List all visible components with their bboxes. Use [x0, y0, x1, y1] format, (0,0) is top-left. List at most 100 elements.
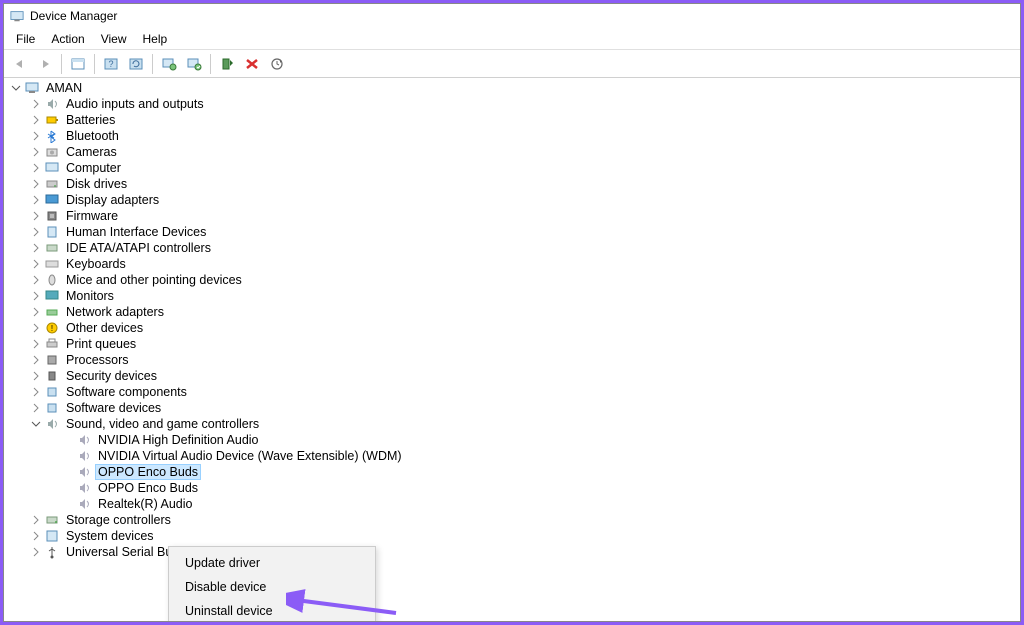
- refresh-icon[interactable]: [124, 53, 148, 75]
- menu-file[interactable]: File: [8, 30, 43, 48]
- expand-icon[interactable]: [30, 322, 42, 334]
- expand-icon[interactable]: [30, 226, 42, 238]
- tree-node-label: OPPO Enco Buds: [96, 481, 200, 495]
- menu-help[interactable]: Help: [135, 30, 176, 48]
- expand-icon[interactable]: [30, 338, 42, 350]
- collapse-icon[interactable]: [30, 418, 42, 430]
- expand-icon[interactable]: [30, 290, 42, 302]
- menu-action[interactable]: Action: [43, 30, 92, 48]
- expand-icon[interactable]: [30, 114, 42, 126]
- storage-icon: [44, 512, 60, 528]
- expand-icon[interactable]: [30, 242, 42, 254]
- disk-icon: [44, 176, 60, 192]
- update-driver-icon[interactable]: [157, 53, 181, 75]
- tree-node[interactable]: OPPO Enco Buds: [4, 480, 1020, 496]
- forward-icon[interactable]: [33, 53, 57, 75]
- help-icon[interactable]: ?: [99, 53, 123, 75]
- tree-node[interactable]: Print queues: [4, 336, 1020, 352]
- tree-node[interactable]: Universal Serial Bus: [4, 544, 1020, 560]
- expand-icon[interactable]: [30, 162, 42, 174]
- context-menu-item[interactable]: Disable device: [169, 575, 375, 599]
- context-menu-item[interactable]: Update driver: [169, 551, 375, 575]
- context-menu-item[interactable]: Uninstall device: [169, 599, 375, 621]
- uninstall-icon[interactable]: [240, 53, 264, 75]
- keyboard-icon: [44, 256, 60, 272]
- tree-node[interactable]: Sound, video and game controllers: [4, 416, 1020, 432]
- tree-node-label: IDE ATA/ATAPI controllers: [64, 241, 213, 255]
- bluetooth-icon: [44, 128, 60, 144]
- tree-node[interactable]: Processors: [4, 352, 1020, 368]
- back-icon[interactable]: [8, 53, 32, 75]
- mouse-icon: [44, 272, 60, 288]
- tree-node[interactable]: !Other devices: [4, 320, 1020, 336]
- audio-dev-icon: [76, 448, 92, 464]
- tree-node[interactable]: Software devices: [4, 400, 1020, 416]
- tree-node[interactable]: Keyboards: [4, 256, 1020, 272]
- tree-node[interactable]: AMAN: [4, 80, 1020, 96]
- tree-node[interactable]: Audio inputs and outputs: [4, 96, 1020, 112]
- tree-node-label: Universal Serial Bus: [64, 545, 181, 559]
- display-icon: [44, 192, 60, 208]
- tree-node[interactable]: NVIDIA Virtual Audio Device (Wave Extens…: [4, 448, 1020, 464]
- tree-node[interactable]: Disk drives: [4, 176, 1020, 192]
- tree-node[interactable]: Software components: [4, 384, 1020, 400]
- show-hidden-icon[interactable]: [66, 53, 90, 75]
- expand-icon[interactable]: [30, 530, 42, 542]
- tree-node-label: Software devices: [64, 401, 163, 415]
- collapse-icon: [10, 82, 22, 94]
- tree-node[interactable]: Display adapters: [4, 192, 1020, 208]
- expand-icon[interactable]: [30, 370, 42, 382]
- properties-icon[interactable]: [265, 53, 289, 75]
- tree-node[interactable]: Storage controllers: [4, 512, 1020, 528]
- tree-node[interactable]: OPPO Enco Buds: [4, 464, 1020, 480]
- expand-icon[interactable]: [30, 514, 42, 526]
- expand-icon[interactable]: [30, 306, 42, 318]
- tree-node[interactable]: Realtek(R) Audio: [4, 496, 1020, 512]
- expand-icon[interactable]: [30, 274, 42, 286]
- tree-node[interactable]: Firmware: [4, 208, 1020, 224]
- tree-node-label: NVIDIA Virtual Audio Device (Wave Extens…: [96, 449, 404, 463]
- expand-icon[interactable]: [30, 546, 42, 558]
- scan-hardware-icon[interactable]: [182, 53, 206, 75]
- expand-icon[interactable]: [30, 178, 42, 190]
- expand-icon[interactable]: [30, 402, 42, 414]
- tree-node[interactable]: System devices: [4, 528, 1020, 544]
- tree-node[interactable]: Computer: [4, 160, 1020, 176]
- expand-icon[interactable]: [30, 98, 42, 110]
- expand-icon[interactable]: [30, 210, 42, 222]
- tree-node[interactable]: Monitors: [4, 288, 1020, 304]
- tree-node[interactable]: Network adapters: [4, 304, 1020, 320]
- expand-icon[interactable]: [30, 354, 42, 366]
- expand-icon[interactable]: [30, 130, 42, 142]
- device-tree[interactable]: AMANAudio inputs and outputsBatteriesBlu…: [4, 78, 1020, 621]
- tree-node[interactable]: Security devices: [4, 368, 1020, 384]
- tree-node-label: Audio inputs and outputs: [64, 97, 206, 111]
- tree-node[interactable]: Cameras: [4, 144, 1020, 160]
- tree-node[interactable]: Batteries: [4, 112, 1020, 128]
- tree-node-label: Realtek(R) Audio: [96, 497, 195, 511]
- tree-node-label: OPPO Enco Buds: [96, 465, 200, 479]
- tree-node[interactable]: IDE ATA/ATAPI controllers: [4, 240, 1020, 256]
- expand-icon[interactable]: [30, 258, 42, 270]
- enable-icon[interactable]: [215, 53, 239, 75]
- expand-icon[interactable]: [30, 194, 42, 206]
- menu-view[interactable]: View: [93, 30, 135, 48]
- monitor-icon: [44, 288, 60, 304]
- expander-placeholder: [62, 466, 74, 478]
- tree-node-label: Bluetooth: [64, 129, 121, 143]
- expand-icon[interactable]: [30, 386, 42, 398]
- battery-icon: [44, 112, 60, 128]
- tree-node-label: Display adapters: [64, 193, 161, 207]
- tree-node[interactable]: Bluetooth: [4, 128, 1020, 144]
- expand-icon[interactable]: [30, 146, 42, 158]
- printer-icon: [44, 336, 60, 352]
- tree-node[interactable]: Human Interface Devices: [4, 224, 1020, 240]
- processor-icon: [44, 352, 60, 368]
- firmware-icon: [44, 208, 60, 224]
- tree-node[interactable]: Mice and other pointing devices: [4, 272, 1020, 288]
- tree-node[interactable]: NVIDIA High Definition Audio: [4, 432, 1020, 448]
- app-icon: [10, 9, 24, 23]
- security-icon: [44, 368, 60, 384]
- tree-node-label: System devices: [64, 529, 156, 543]
- system-icon: [44, 528, 60, 544]
